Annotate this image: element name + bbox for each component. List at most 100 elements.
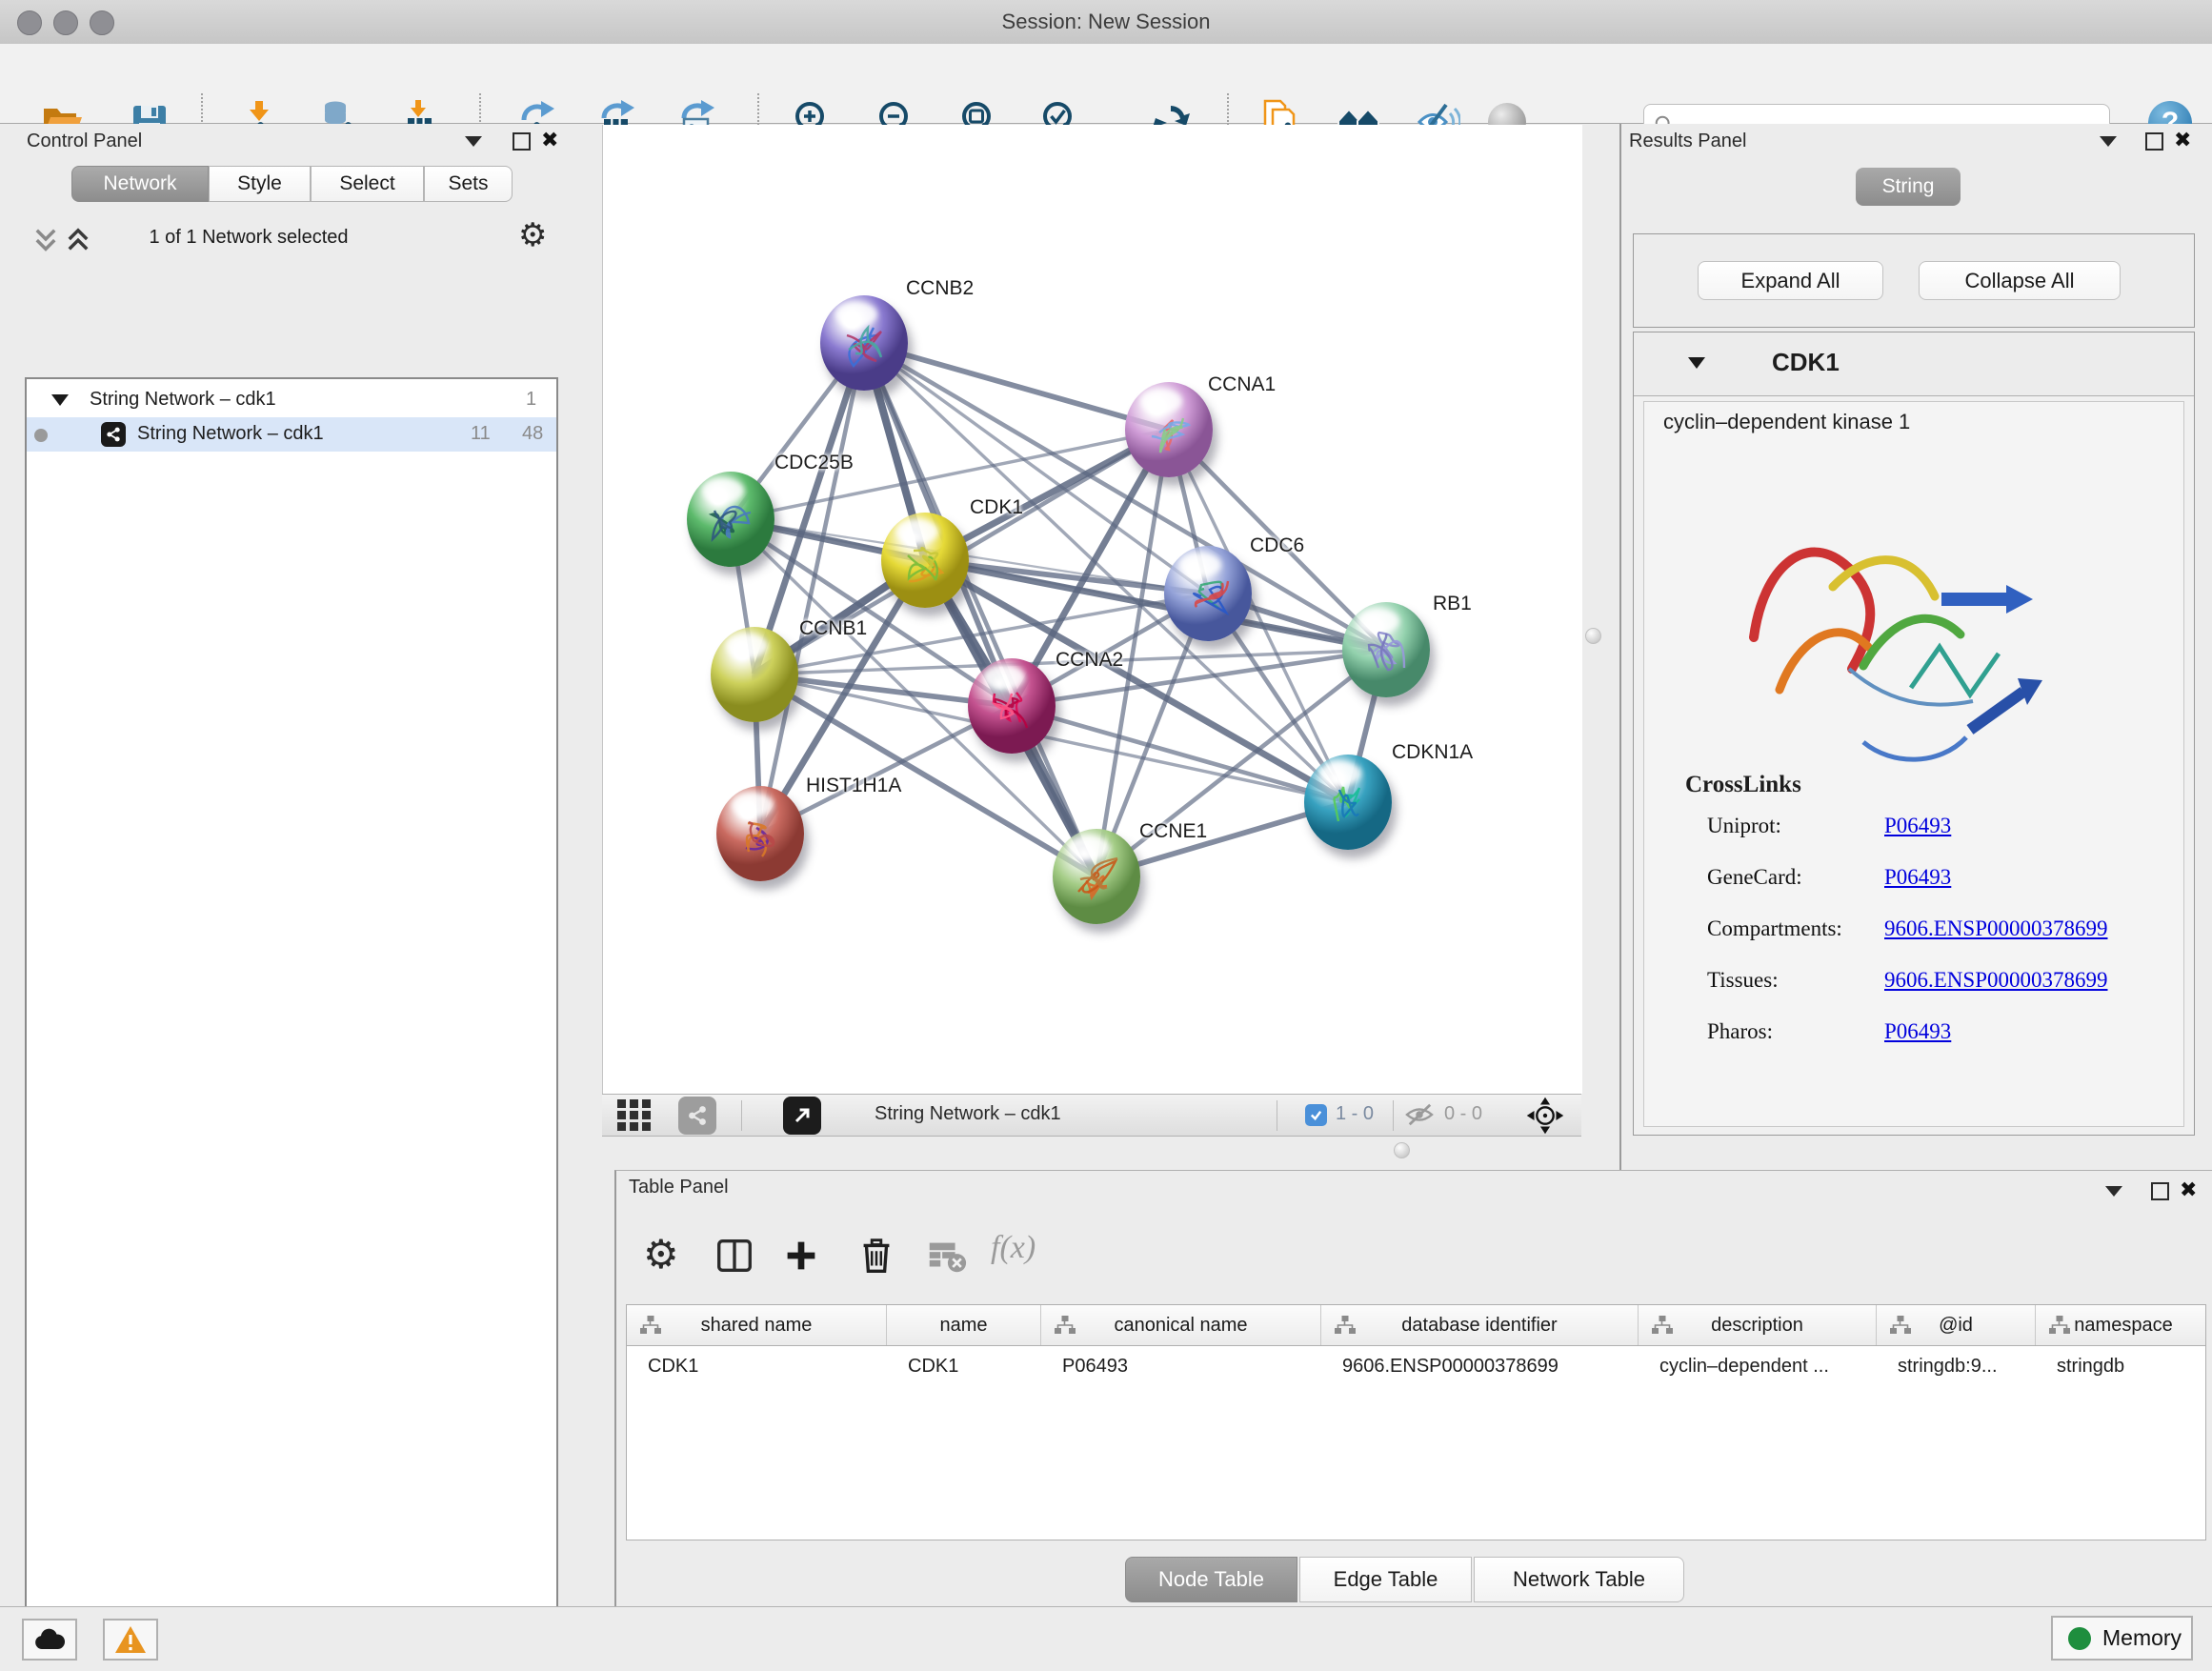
- expand-all-button[interactable]: Expand All: [1698, 261, 1883, 300]
- tab-select[interactable]: Select: [311, 166, 424, 202]
- vertical-splitter-handle[interactable]: [1585, 628, 1601, 644]
- column-header-description[interactable]: description: [1639, 1305, 1877, 1345]
- network-node-CDC25B[interactable]: [687, 472, 774, 567]
- network-node-CCNB1[interactable]: [711, 627, 798, 722]
- network-node-HIST1H1A[interactable]: [716, 786, 804, 881]
- panel-float-icon[interactable]: [513, 132, 531, 151]
- panel-collapse-icon[interactable]: [465, 136, 482, 147]
- table-cell[interactable]: P06493: [1041, 1346, 1321, 1386]
- network-canvas[interactable]: CCNB2CCNA1CDC25BCDK1CDC6RB1CCNB1CCNA2CDK…: [602, 125, 1582, 1094]
- crosslink-link[interactable]: 9606.ENSP00000378699: [1884, 968, 2108, 993]
- network-node-CDKN1A[interactable]: [1304, 755, 1392, 850]
- cloud-button[interactable]: [22, 1619, 77, 1661]
- panel-float-icon[interactable]: [2145, 132, 2163, 151]
- collapse-all-button[interactable]: Collapse All: [1919, 261, 2121, 300]
- table-cell[interactable]: stringdb:9...: [1877, 1346, 2036, 1386]
- column-header-name[interactable]: name: [887, 1305, 1041, 1345]
- network-options-gear-icon[interactable]: ⚙: [518, 219, 547, 252]
- table-header-row: shared namenamecanonical namedatabase id…: [627, 1305, 2205, 1346]
- network-selection-status: 1 of 1 Network selected: [25, 227, 473, 249]
- network-node-CDC6[interactable]: [1164, 546, 1252, 641]
- crosshair-icon[interactable]: [1524, 1095, 1566, 1141]
- tree-expand-icon[interactable]: [51, 394, 69, 406]
- warning-icon: [114, 1625, 147, 1654]
- string-network-icon: [101, 422, 126, 447]
- crosslink-label: Tissues:: [1707, 968, 1779, 993]
- crosslink-link[interactable]: P06493: [1884, 814, 1951, 838]
- current-network-dot-icon: [34, 429, 48, 442]
- crosslink-link[interactable]: 9606.ENSP00000378699: [1884, 916, 2108, 941]
- network-node-label-HIST1H1A: HIST1H1A: [806, 775, 901, 797]
- crosslink-label: Compartments:: [1707, 916, 1842, 941]
- network-node-label-CDK1: CDK1: [970, 496, 1023, 519]
- network-node-label-CCNB2: CCNB2: [906, 277, 974, 300]
- column-header--id[interactable]: @id: [1877, 1305, 2036, 1345]
- network-collection-row[interactable]: String Network – cdk1 1: [27, 383, 556, 417]
- network-node-label-CCNA1: CCNA1: [1208, 373, 1276, 396]
- crosslink-link[interactable]: P06493: [1884, 865, 1951, 890]
- tab-sets[interactable]: Sets: [424, 166, 513, 202]
- table-row[interactable]: CDK1CDK1P064939606.ENSP00000378699cyclin…: [627, 1346, 2205, 1386]
- column-header-namespace[interactable]: namespace: [2036, 1305, 2206, 1345]
- column-header-shared-name[interactable]: shared name: [627, 1305, 887, 1345]
- gene-description: cyclin–dependent kinase 1: [1663, 410, 1910, 434]
- network-node-CCNA1[interactable]: [1125, 382, 1213, 477]
- table-body: CDK1CDK1P064939606.ENSP00000378699cyclin…: [627, 1346, 2205, 1386]
- network-node-CCNB2[interactable]: [820, 295, 908, 391]
- panel-close-icon[interactable]: ✖: [2174, 132, 2191, 147]
- open-in-window-icon[interactable]: [783, 1097, 821, 1135]
- tab-string[interactable]: String: [1856, 168, 1961, 206]
- horizontal-splitter-handle[interactable]: [1394, 1142, 1410, 1158]
- table-options-gear-icon[interactable]: ⚙: [643, 1234, 687, 1278]
- table-cell[interactable]: CDK1: [887, 1346, 1041, 1386]
- network-node-CCNA2[interactable]: [968, 658, 1056, 754]
- table-panel-title: Table Panel: [629, 1177, 729, 1198]
- network-view-title: String Network – cdk1: [875, 1103, 1061, 1125]
- table-cell[interactable]: CDK1: [627, 1346, 887, 1386]
- crosslink-link[interactable]: P06493: [1884, 1019, 1951, 1044]
- gene-section-header[interactable]: CDK1: [1634, 332, 2194, 396]
- tab-network[interactable]: Network: [71, 166, 209, 202]
- warning-button[interactable]: [103, 1619, 158, 1661]
- table-cell[interactable]: cyclin–dependent ...: [1639, 1346, 1877, 1386]
- network-node-label-CDC6: CDC6: [1250, 534, 1304, 557]
- control-panel: Control Panel ✖ NetworkStyleSelectSets 1…: [0, 124, 600, 1606]
- network-edge-CCNA1-CDC25B[interactable]: [731, 430, 1169, 519]
- panel-close-icon[interactable]: ✖: [2180, 1182, 2197, 1197]
- network-edge-CCNB2-HIST1H1A[interactable]: [760, 343, 864, 834]
- table-cell[interactable]: 9606.ENSP00000378699: [1321, 1346, 1639, 1386]
- string-share-icon[interactable]: [678, 1097, 716, 1135]
- tab-node-table[interactable]: Node Table: [1125, 1557, 1297, 1602]
- column-header-canonical-name[interactable]: canonical name: [1041, 1305, 1321, 1345]
- panel-close-icon[interactable]: ✖: [541, 132, 558, 147]
- selected-checkbox-icon[interactable]: [1305, 1104, 1327, 1126]
- tab-network-table[interactable]: Network Table: [1474, 1557, 1684, 1602]
- birdseye-grid-icon[interactable]: [617, 1099, 652, 1137]
- column-header-database-identifier[interactable]: database identifier: [1321, 1305, 1639, 1345]
- network-edge-count: 48: [522, 423, 543, 445]
- gene-name: CDK1: [1772, 348, 1840, 377]
- delete-column-trash-icon[interactable]: [855, 1234, 898, 1278]
- panel-collapse-icon[interactable]: [2100, 136, 2117, 147]
- add-column-icon[interactable]: [779, 1234, 823, 1278]
- crosslink-label: Uniprot:: [1707, 814, 1781, 838]
- network-node-RB1[interactable]: [1342, 602, 1430, 697]
- function-builder-icon[interactable]: f(x): [991, 1230, 1036, 1266]
- network-node-CCNE1[interactable]: [1053, 829, 1140, 924]
- section-collapse-icon[interactable]: [1688, 357, 1705, 369]
- table-panel: Table Panel ✖ ⚙ f(x) shared namenamecano…: [614, 1170, 2212, 1606]
- hidden-eye-icon[interactable]: [1404, 1101, 1435, 1133]
- memory-button[interactable]: Memory: [2051, 1616, 2193, 1661]
- results-buttons-box: Expand All Collapse All: [1633, 233, 2195, 328]
- panel-float-icon[interactable]: [2151, 1182, 2169, 1200]
- table-cell[interactable]: stringdb: [2036, 1346, 2206, 1386]
- network-node-CDK1[interactable]: [881, 513, 969, 608]
- hidden-counts: 0 - 0: [1444, 1103, 1482, 1125]
- tab-style[interactable]: Style: [209, 166, 311, 202]
- panel-collapse-icon[interactable]: [2105, 1186, 2122, 1197]
- delete-table-icon[interactable]: [924, 1234, 968, 1278]
- application-window: Session: New Session: [0, 0, 2212, 1671]
- tab-edge-table[interactable]: Edge Table: [1299, 1557, 1472, 1602]
- show-columns-icon[interactable]: [713, 1234, 756, 1278]
- network-row-selected[interactable]: String Network – cdk1 11 48: [27, 417, 556, 452]
